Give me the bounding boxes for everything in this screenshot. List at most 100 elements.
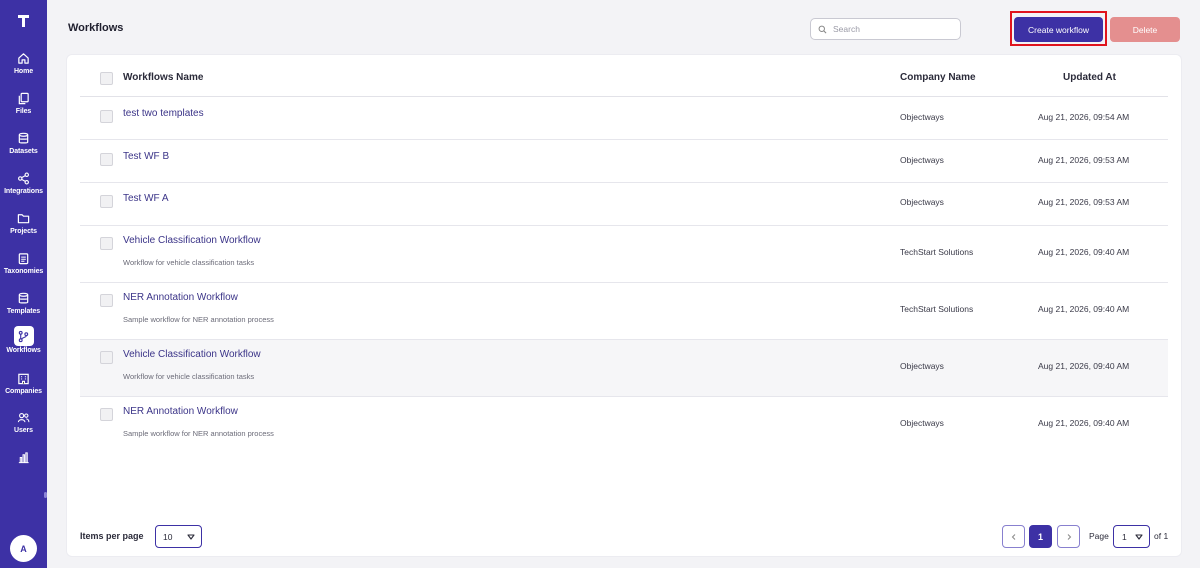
chart-icon	[17, 450, 31, 464]
sidebar-item-projects[interactable]: Projects	[0, 209, 47, 247]
company-name: Objectways	[900, 155, 944, 165]
workflow-icon	[13, 326, 34, 346]
sidebar-item-label: Projects	[10, 228, 37, 235]
sidebar-item-label: Workflows	[6, 347, 41, 354]
sidebar-item-label: Files	[15, 108, 32, 115]
share-icon	[17, 171, 31, 185]
row-checkbox[interactable]	[100, 195, 113, 208]
folder-icon	[17, 211, 31, 225]
row-checkbox[interactable]	[100, 351, 113, 364]
items-per-page-value: 10	[163, 531, 173, 542]
page-total-label: of 1	[1154, 531, 1169, 541]
workflow-description: Workflow for vehicle classification task…	[123, 372, 255, 381]
avatar[interactable]: A	[10, 535, 37, 562]
workflow-name-link[interactable]: test two templates	[123, 108, 204, 119]
previous-page-button[interactable]	[1002, 525, 1025, 548]
sidebar-item-companies[interactable]: Companies	[0, 369, 47, 407]
table-row[interactable]: test two templates Objectways Aug 21, 20…	[80, 97, 1168, 140]
updated-at: Aug 21, 2026, 09:53 AM	[1038, 155, 1130, 165]
clipboard-icon	[17, 251, 31, 265]
app-logo[interactable]	[0, 10, 47, 32]
column-header-company[interactable]: Company Name	[900, 72, 976, 83]
column-header-updated[interactable]: Updated At	[1063, 72, 1116, 83]
table-row[interactable]: NER Annotation Workflow Sample workflow …	[80, 283, 1168, 340]
delete-button[interactable]: Delete	[1110, 17, 1180, 42]
workflow-description: Workflow for vehicle classification task…	[123, 258, 255, 267]
sidebar-item-label: Datasets	[9, 148, 38, 155]
table-row[interactable]: NER Annotation Workflow Sample workflow …	[80, 397, 1168, 454]
sidebar-item-templates[interactable]: Templates	[0, 289, 47, 327]
column-header-name[interactable]: Workflows Name	[123, 72, 203, 83]
updated-at: Aug 21, 2026, 09:54 AM	[1038, 112, 1130, 122]
sidebar-item-label: Templates	[6, 308, 41, 315]
chevron-left-icon	[1011, 533, 1015, 540]
workflow-name-link[interactable]: NER Annotation Workflow	[123, 406, 238, 417]
updated-at: Aug 21, 2026, 09:40 AM	[1038, 418, 1130, 428]
table-row[interactable]: Test WF B Objectways Aug 21, 2026, 09:53…	[80, 140, 1168, 183]
workflow-name-link[interactable]: NER Annotation Workflow	[123, 292, 238, 303]
users-icon	[17, 410, 31, 424]
table-row[interactable]: Test WF A Objectways Aug 21, 2026, 09:53…	[80, 183, 1168, 226]
select-all-checkbox[interactable]	[100, 72, 113, 85]
items-per-page-select[interactable]: 10	[155, 525, 202, 548]
sidebar-item-analytics[interactable]	[0, 448, 47, 486]
workflow-description: Sample workflow for NER annotation proce…	[123, 315, 274, 324]
logo-icon	[18, 15, 29, 27]
company-name: TechStart Solutions	[900, 304, 974, 314]
home-icon	[17, 51, 31, 65]
building-icon	[17, 371, 31, 385]
updated-at: Aug 21, 2026, 09:40 AM	[1038, 247, 1130, 257]
sidebar-item-workflows[interactable]: Workflows	[0, 326, 47, 367]
table-header: Workflows Name Company Name Updated At	[80, 60, 1168, 97]
workflow-name-link[interactable]: Vehicle Classification Workflow	[123, 235, 261, 246]
updated-at: Aug 21, 2026, 09:40 AM	[1038, 304, 1130, 314]
row-checkbox[interactable]	[100, 153, 113, 166]
search-icon	[818, 25, 827, 33]
items-per-page-label: Items per page	[80, 531, 144, 541]
workflow-name-link[interactable]: Test WF B	[123, 151, 169, 162]
sidebar-item-files[interactable]: Files	[0, 89, 47, 127]
files-icon	[17, 91, 31, 105]
updated-at: Aug 21, 2026, 09:40 AM	[1038, 361, 1130, 371]
next-page-button[interactable]	[1057, 525, 1080, 548]
page-button-current[interactable]: 1	[1029, 525, 1052, 548]
row-checkbox[interactable]	[100, 237, 113, 250]
table-row[interactable]: Vehicle Classification Workflow Workflow…	[80, 340, 1168, 397]
search-input[interactable]	[833, 24, 953, 34]
page-title: Workflows	[68, 22, 124, 34]
sidebar-item-taxonomies[interactable]: Taxonomies	[0, 249, 47, 287]
sidebar-item-home[interactable]: Home	[0, 49, 47, 87]
company-name: Objectways	[900, 197, 944, 207]
sidebar-item-label: Integrations	[4, 188, 43, 195]
create-workflow-button[interactable]: Create workflow	[1014, 17, 1103, 42]
workflow-description: Sample workflow for NER annotation proce…	[123, 429, 274, 438]
workflow-name-link[interactable]: Vehicle Classification Workflow	[123, 349, 261, 360]
company-name: Objectways	[900, 361, 944, 371]
table-row[interactable]: Vehicle Classification Workflow Workflow…	[80, 226, 1168, 283]
database-icon	[17, 291, 31, 305]
row-checkbox[interactable]	[100, 294, 113, 307]
chevron-down-icon	[1135, 534, 1143, 540]
sidebar-item-label: Home	[13, 68, 34, 75]
sidebar-collapse-handle[interactable]	[44, 492, 47, 498]
company-name: Objectways	[900, 418, 944, 428]
chevron-right-icon	[1067, 533, 1071, 540]
sidebar-item-label: Companies	[5, 388, 42, 395]
page-select[interactable]: 1	[1113, 525, 1150, 548]
sidebar-item-integrations[interactable]: Integrations	[0, 169, 47, 207]
chevron-down-icon	[187, 534, 195, 540]
sidebar-item-label: Users	[14, 427, 33, 434]
sidebar-item-label: Taxonomies	[3, 268, 44, 275]
company-name: Objectways	[900, 112, 944, 122]
sidebar-item-users[interactable]: Users	[0, 408, 47, 446]
company-name: TechStart Solutions	[900, 247, 974, 257]
database-icon	[17, 131, 31, 145]
page-label: Page	[1089, 531, 1109, 541]
sidebar-item-datasets[interactable]: Datasets	[0, 129, 47, 167]
workflow-name-link[interactable]: Test WF A	[123, 193, 169, 204]
row-checkbox[interactable]	[100, 110, 113, 123]
row-checkbox[interactable]	[100, 408, 113, 421]
search-box[interactable]	[810, 18, 961, 40]
updated-at: Aug 21, 2026, 09:53 AM	[1038, 197, 1130, 207]
page-select-value: 1	[1122, 531, 1127, 542]
